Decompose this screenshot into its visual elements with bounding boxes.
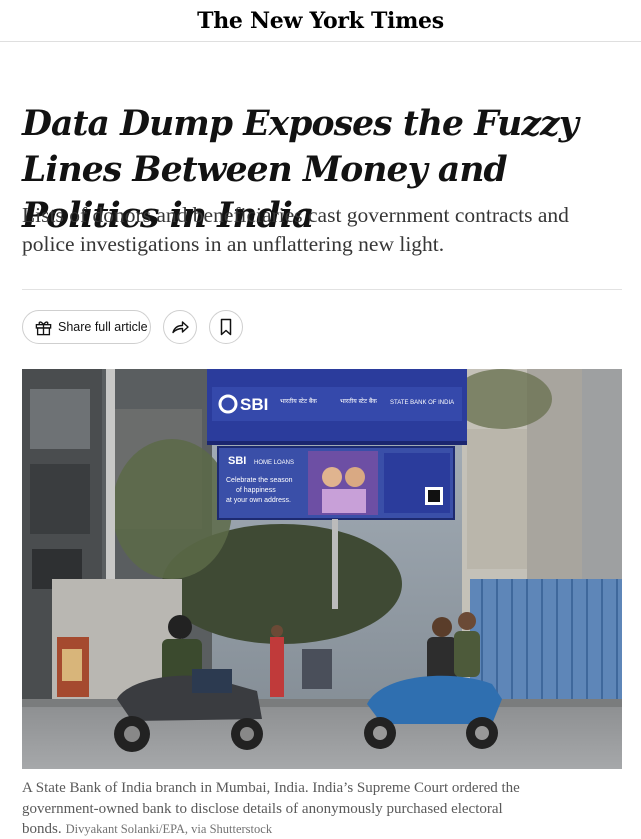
masthead: The New York Times <box>0 0 641 42</box>
ad-tagline-1: Celebrate the season <box>226 477 293 484</box>
share-full-article-button[interactable]: Share full article <box>22 310 151 344</box>
sign-hindi-2: भारतीय स्टेट बैंक <box>340 397 377 405</box>
nyt-logo[interactable]: The New York Times <box>197 8 444 34</box>
article-photo: SBI भारतीय स्टेट बैंक भारतीय स्टेट बैंक … <box>22 369 622 769</box>
ad-tagline-3: at your own address. <box>226 497 291 504</box>
sign-hindi-1: भारतीय स्टेट बैंक <box>280 397 317 405</box>
photo-credit: Divyakant Solanki/EPA, via Shutterstock <box>65 822 273 836</box>
share-button-label: Share full article <box>58 320 148 334</box>
forward-arrow-icon <box>172 321 189 334</box>
share-button[interactable] <box>163 310 197 344</box>
ad-tagline-2: of happiness <box>236 487 276 494</box>
photo-caption: A State Bank of India branch in Mumbai, … <box>22 778 597 839</box>
ad-product-text: HOME LOANS <box>254 460 294 466</box>
gift-icon <box>35 320 52 335</box>
bookmark-icon <box>220 318 232 336</box>
divider <box>22 289 622 290</box>
sign-sbi-text: SBI <box>240 395 268 414</box>
sign-english: STATE BANK OF INDIA <box>390 400 454 406</box>
ad-sbi-text: SBI <box>228 455 246 467</box>
save-bookmark-button[interactable] <box>209 310 243 344</box>
article-summary: Lists of donors and beneficiaries cast g… <box>22 203 569 256</box>
